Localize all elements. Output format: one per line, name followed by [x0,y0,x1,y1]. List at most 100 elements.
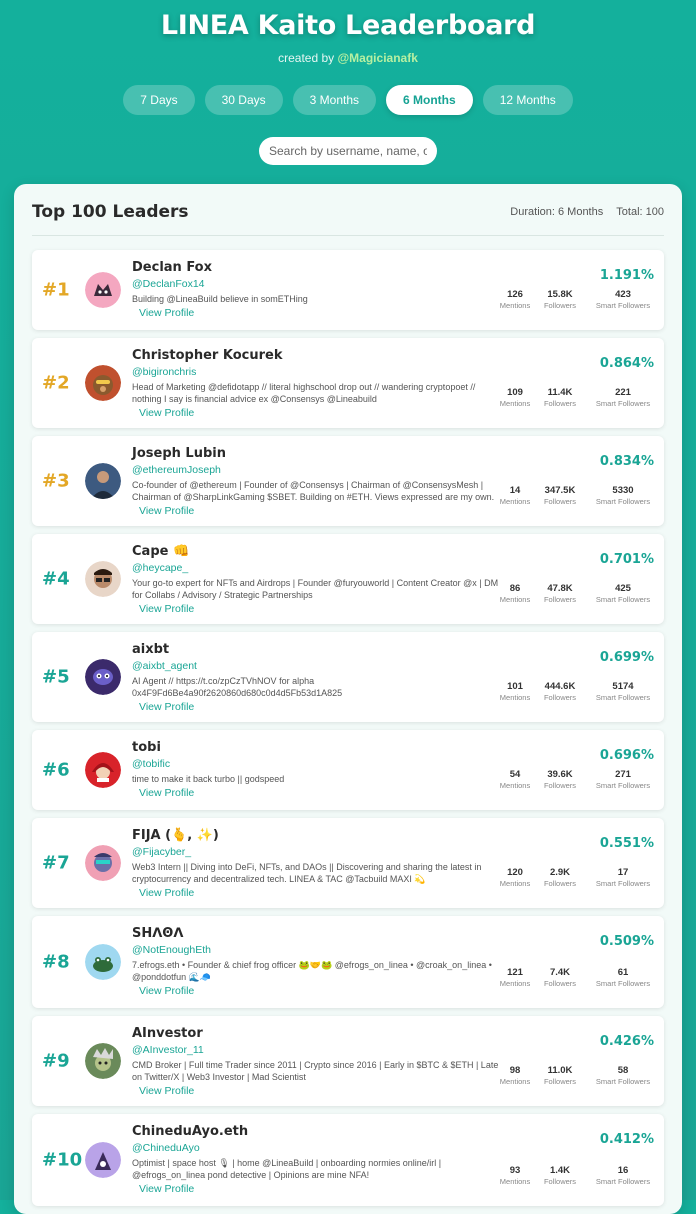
followers-label: Followers [543,879,577,888]
rank-label: #4 [42,568,70,590]
mentions-label: Mentions [499,1077,531,1086]
view-profile-link[interactable]: View Profile [139,1183,502,1195]
leader-name: Joseph Lubin [132,446,226,461]
creator-link[interactable]: @Magicianafk [337,51,417,65]
followers-label: Followers [543,595,577,604]
mindshare-percent: 0.864% [599,356,654,371]
mentions-stat: 86 Mentions [498,583,532,604]
followers-value: 1.4K [549,1165,571,1176]
followers-label: Followers [543,693,577,702]
followers-stat: 15.8K Followers [538,289,582,310]
page-title: LINEA Kaito Leaderboard [160,10,536,41]
leader-handle-link[interactable]: @Fijacyber_ [132,846,502,858]
scientist-avatar[interactable] [85,1043,121,1079]
followers-value: 11.0K [547,1065,573,1076]
search-input[interactable] [259,137,437,165]
smart-followers-label: Smart Followers [595,693,651,702]
robot-avatar[interactable] [85,659,121,695]
smart-followers-value: 221 [615,387,631,398]
smart-followers-stat: 58 Smart Followers [592,1065,654,1086]
leader-handle-link[interactable]: @AInvestor_11 [132,1044,502,1056]
hood-avatar[interactable] [85,752,121,788]
mentions-label: Mentions [499,781,531,790]
followers-stat: 1.4K Followers [538,1165,582,1186]
leader-info: Joseph Lubin @ethereumJoseph Co-founder … [132,446,502,517]
page-header: LINEA Kaito Leaderboard created by @Magi… [0,0,696,165]
cyber-avatar[interactable] [85,845,121,881]
leader-bio: time to make it back turbo || godspeed [132,774,285,784]
mentions-stat: 98 Mentions [498,1065,532,1086]
leader-handle-link[interactable]: @ChineduAyo [132,1142,502,1154]
leader-handle-link[interactable]: @tobific [132,758,502,770]
leader-card: #10 ChineduAyo.eth @ChineduAyo Optimist … [32,1114,664,1206]
leader-info: Christopher Kocurek @bigironchris Head o… [132,348,502,419]
smart-followers-value: 5330 [612,485,634,496]
leader-handle-link[interactable]: @aixbt_agent [132,660,502,672]
smart-followers-value: 17 [617,867,629,878]
view-profile-link[interactable]: View Profile [139,887,502,899]
duration-tab-30-days[interactable]: 30 Days [204,85,283,115]
followers-stat: 11.4K Followers [538,387,582,408]
leader-stats: 0.426% 98 Mentions 11.0K Followers 58 Sm… [494,1016,654,1106]
leader-card: #1 Declan Fox @DeclanFox14 Building @Lin… [32,250,664,330]
view-profile-link[interactable]: View Profile [139,701,502,713]
smart-followers-stat: 221 Smart Followers [592,387,654,408]
fox-avatar[interactable] [85,272,121,308]
leader-stats: 0.699% 101 Mentions 444.6K Followers 517… [494,632,654,722]
leader-handle-link[interactable]: @NotEnoughEth [132,944,502,956]
leader-info: Cape 👊 @heycape_ Your go-to expert for N… [132,544,502,615]
view-profile-link[interactable]: View Profile [139,985,502,997]
panel-header: Top 100 Leaders Duration: 6 Months Total… [32,188,664,236]
mentions-label: Mentions [499,879,531,888]
mindshare-percent: 0.701% [599,552,654,567]
leader-card: #4 Cape 👊 @heycape_ Your go-to expert fo… [32,534,664,624]
view-profile-link[interactable]: View Profile [139,505,502,517]
view-profile-link[interactable]: View Profile [139,307,502,319]
mentions-value: 101 [507,681,523,692]
character-avatar[interactable] [85,1142,121,1178]
view-profile-link[interactable]: View Profile [139,603,502,615]
duration-tabs: 7 Days 30 Days 3 Months 6 Months 12 Months [0,85,696,115]
followers-value: 39.6K [547,769,573,780]
mentions-stat: 120 Mentions [498,867,532,888]
mentions-stat: 93 Mentions [498,1165,532,1186]
followers-value: 15.8K [547,289,573,300]
duration-label: Duration: 6 Months [510,205,604,218]
leader-handle-link[interactable]: @DeclanFox14 [132,278,502,290]
mentions-value: 86 [509,583,521,594]
monkey-avatar[interactable] [85,365,121,401]
leader-info: FIJA (🫰, ✨) @Fijacyber_ Web3 Intern || D… [132,828,502,899]
mindshare-percent: 0.426% [599,1034,654,1049]
leader-info: aixbt @aixbt_agent AI Agent // https://t… [132,642,502,713]
followers-value: 7.4K [549,967,571,978]
mindshare-percent: 0.509% [599,934,654,949]
leader-handle-link[interactable]: @heycape_ [132,562,502,574]
leader-name: FIJA (🫰, ✨) [132,828,219,843]
view-profile-link[interactable]: View Profile [139,787,502,799]
glasses-avatar[interactable] [85,561,121,597]
smart-followers-label: Smart Followers [595,497,651,506]
leader-name: ChineduAyo.eth [132,1124,249,1139]
rank-label: #1 [42,279,70,301]
leader-handle-link[interactable]: @ethereumJoseph [132,464,502,476]
leader-handle-link[interactable]: @bigironchris [132,366,502,378]
view-profile-link[interactable]: View Profile [139,1085,502,1097]
followers-stat: 2.9K Followers [538,867,582,888]
duration-tab-7-days[interactable]: 7 Days [123,85,195,115]
leader-stats: 0.701% 86 Mentions 47.8K Followers 425 S… [494,534,654,624]
followers-label: Followers [543,781,577,790]
smart-followers-value: 16 [617,1165,629,1176]
duration-tab-6-months[interactable]: 6 Months [386,85,473,115]
followers-label: Followers [543,1177,577,1186]
smart-followers-stat: 271 Smart Followers [592,769,654,790]
followers-stat: 11.0K Followers [538,1065,582,1086]
duration-tab-3-months[interactable]: 3 Months [292,85,377,115]
view-profile-link[interactable]: View Profile [139,407,502,419]
duration-tab-12-months[interactable]: 12 Months [482,85,573,115]
leader-card: #9 AInvestor @AInvestor_11 CMD Broker | … [32,1016,664,1106]
leader-stats: 0.834% 14 Mentions 347.5K Followers 5330… [494,436,654,526]
leader-list: #1 Declan Fox @DeclanFox14 Building @Lin… [32,250,664,1206]
smart-followers-value: 61 [617,967,629,978]
photo-avatar[interactable] [85,463,121,499]
frog-avatar[interactable] [85,944,121,980]
